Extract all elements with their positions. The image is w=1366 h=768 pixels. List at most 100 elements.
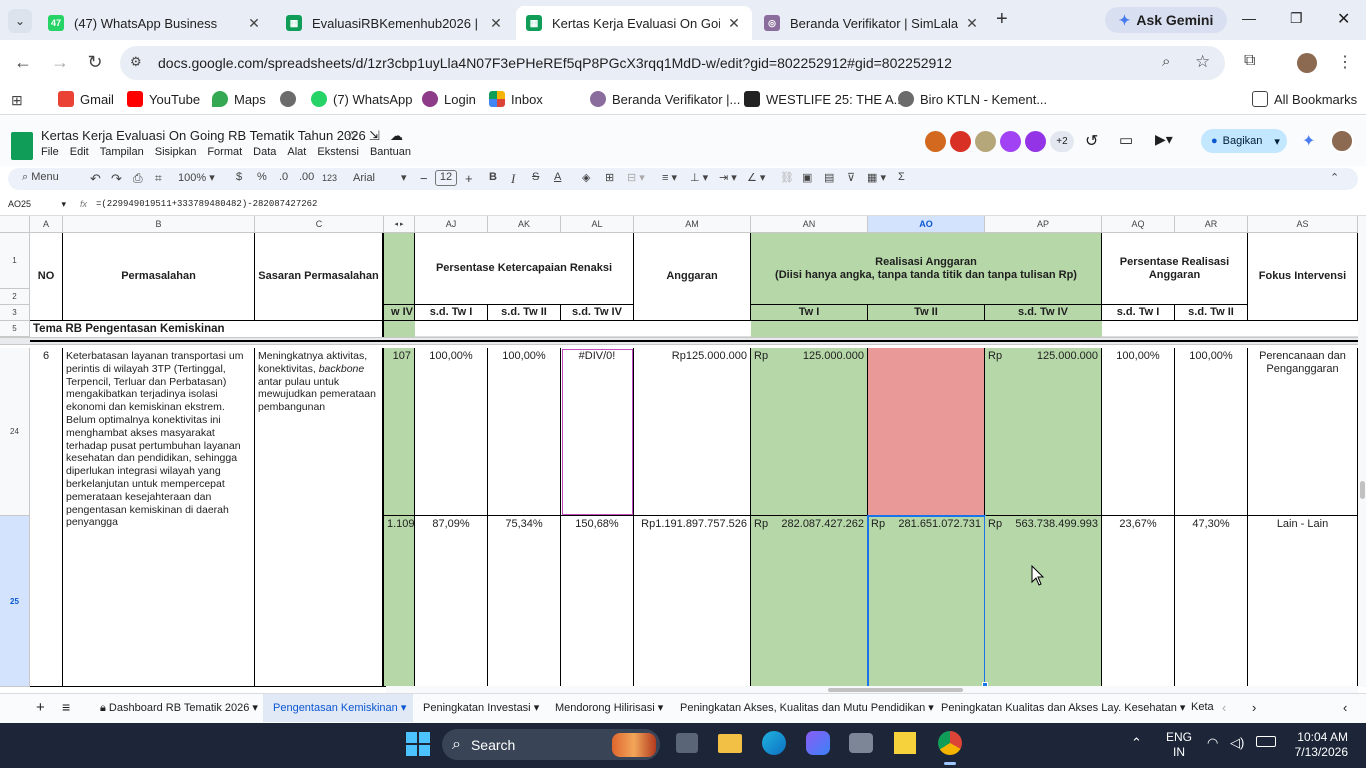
edge-icon[interactable]: [762, 731, 786, 755]
menu-view[interactable]: Tampilan: [100, 146, 144, 158]
close-icon[interactable]: ✕: [726, 15, 742, 32]
header-persentase-realisasi[interactable]: Persentase Realisasi Anggaran: [1102, 233, 1248, 305]
cell-am24[interactable]: Rp125.000.000: [634, 348, 751, 516]
row-header-1[interactable]: 1: [0, 233, 30, 289]
tab-search-button[interactable]: ⌄: [8, 9, 32, 33]
clock[interactable]: 10:04 AM 7/13/2026: [1288, 730, 1348, 760]
all-bookmarks[interactable]: All Bookmarks: [1252, 91, 1357, 107]
sheet-tab-keta[interactable]: Keta: [1191, 701, 1214, 713]
subheader-tw-iv-partial[interactable]: w IV: [384, 305, 415, 321]
battery-icon[interactable]: [1256, 736, 1276, 747]
new-tab-button[interactable]: +: [996, 8, 1008, 31]
chevron-down-icon[interactable]: ▾: [1274, 135, 1280, 148]
column-header-an[interactable]: AN: [751, 216, 868, 233]
header-permasalahan[interactable]: Permasalahan: [63, 233, 255, 321]
tema-row-fill-end[interactable]: [1102, 321, 1358, 337]
subheader-sd-tw-ii-persen[interactable]: s.d. Tw II: [1175, 305, 1248, 321]
maximize-icon[interactable]: ❐: [1290, 10, 1303, 27]
header-fokus-intervensi[interactable]: Fokus Intervensi: [1248, 233, 1358, 321]
sheet-tab-peningkatan-investasi[interactable]: Peningkatan Investasi ▾: [423, 701, 539, 714]
history-icon[interactable]: ↺: [1085, 131, 1098, 151]
percent-format-button[interactable]: %: [257, 171, 267, 183]
bookmark-whatsapp[interactable]: (7) WhatsApp: [311, 91, 412, 107]
bookmark-globe[interactable]: [280, 91, 302, 107]
copilot-icon[interactable]: [806, 731, 830, 755]
cell-ap24[interactable]: Rp 125.000.000: [985, 348, 1102, 516]
sheet-tab-mendorong-hilirisasi[interactable]: Mendorong Hilirisasi ▾: [555, 701, 663, 714]
bookmark-maps[interactable]: Maps: [212, 91, 266, 107]
cell-as25[interactable]: Lain - Lain: [1248, 516, 1358, 687]
header-anggaran[interactable]: Anggaran: [634, 233, 751, 321]
hidden-columns-indicator[interactable]: ◂ ▸: [384, 216, 415, 233]
close-icon[interactable]: ✕: [246, 15, 262, 32]
row-header-5[interactable]: 5: [0, 321, 30, 337]
explore-panel-icon[interactable]: ‹: [1343, 700, 1347, 715]
menu-tools[interactable]: Alat: [287, 146, 306, 158]
italic-icon[interactable]: I: [511, 171, 515, 187]
cloud-saved-icon[interactable]: ☁: [390, 128, 403, 144]
gemini-icon[interactable]: ✦: [1302, 131, 1315, 151]
account-avatar[interactable]: [1330, 129, 1354, 153]
cell-c24-sasaran[interactable]: Meningkatnya aktivitas, konektivitas, ba…: [255, 348, 384, 687]
browser-tab-whatsapp[interactable]: 47 (47) WhatsApp Business ✕: [38, 6, 272, 40]
volume-icon[interactable]: ◁): [1230, 735, 1244, 751]
document-title[interactable]: Kertas Kerja Evaluasi On Going RB Temati…: [41, 128, 366, 143]
header-realisasi-anggaran[interactable]: Realisasi Anggaran (Diisi hanya angka, t…: [751, 233, 1102, 305]
row-header-25[interactable]: 25: [0, 516, 30, 687]
meet-icon[interactable]: ▶▾: [1155, 131, 1173, 148]
move-folder-icon[interactable]: ⇲: [369, 128, 380, 144]
header-persentase-renaksi[interactable]: Persentase Ketercapaian Renaksi: [415, 233, 634, 305]
column-header-aq[interactable]: AQ: [1102, 216, 1175, 233]
cell-ao24[interactable]: [868, 348, 985, 516]
merge-cells-icon[interactable]: ⊟ ▾: [627, 171, 645, 184]
column-header-am[interactable]: AM: [634, 216, 751, 233]
bookmark-biro-ktln[interactable]: Biro KTLN - Kement...: [898, 91, 1047, 107]
insert-chart-icon[interactable]: ▤: [824, 171, 834, 184]
ask-gemini-button[interactable]: ✦ Ask Gemini: [1105, 7, 1227, 33]
decrease-decimal-button[interactable]: .0: [279, 171, 288, 183]
cell-aq25[interactable]: 23,67%: [1102, 516, 1175, 687]
minimize-icon[interactable]: —: [1242, 10, 1256, 26]
text-wrap-icon[interactable]: ⇥ ▾: [719, 171, 737, 184]
subheader-sd-tw-iv[interactable]: s.d. Tw IV: [561, 305, 634, 321]
cell-an24[interactable]: Rp 125.000.000: [751, 348, 868, 516]
bold-icon[interactable]: B: [489, 171, 497, 183]
column-header-a[interactable]: A: [30, 216, 63, 233]
column-header-ar[interactable]: AR: [1175, 216, 1248, 233]
sheet-tab-pendidikan[interactable]: Peningkatan Akses, Kualitas dan Mutu Pen…: [680, 701, 934, 714]
sheet-tab-pengentasan-kemiskinan[interactable]: Pengentasan Kemiskinan ▾: [273, 701, 406, 714]
text-color-icon[interactable]: A: [554, 171, 561, 183]
search-menus[interactable]: ⌕ Menu: [22, 171, 59, 184]
collaborator-avatar[interactable]: [1000, 131, 1021, 152]
subheader-tw-ii[interactable]: Tw II: [868, 305, 985, 321]
add-sheet-icon[interactable]: +: [36, 699, 45, 716]
subheader-sd-tw-iv-realisasi[interactable]: s.d. Tw IV: [985, 305, 1102, 321]
zoom-icon[interactable]: ⌕: [1162, 53, 1170, 70]
vertical-scrollbar[interactable]: [1358, 216, 1366, 687]
filter-views-icon[interactable]: ▦ ▾: [867, 171, 886, 184]
font-size-decrease[interactable]: −: [420, 171, 428, 186]
menu-edit[interactable]: Edit: [70, 146, 89, 158]
tema-cell-partial[interactable]: [384, 321, 415, 337]
font-size-input[interactable]: 12: [435, 170, 457, 186]
menu-data[interactable]: Data: [253, 146, 276, 158]
cell-ar24[interactable]: 100,00%: [1175, 348, 1248, 516]
browser-tab-simlala[interactable]: ◎ Beranda Verifikator | SimLala ✕: [754, 6, 990, 40]
strikethrough-icon[interactable]: S: [532, 171, 539, 183]
redo-icon[interactable]: ↷: [111, 171, 122, 187]
vertical-scroll-thumb[interactable]: [1360, 481, 1365, 499]
menu-extensions[interactable]: Ekstensi: [317, 146, 359, 158]
insert-comment-icon[interactable]: ▣: [802, 171, 812, 184]
chrome-taskbar-icon[interactable]: [938, 731, 962, 755]
sticky-notes-icon[interactable]: [894, 732, 916, 754]
menu-insert[interactable]: Sisipkan: [155, 146, 197, 158]
select-all-corner[interactable]: [0, 216, 30, 233]
column-header-as[interactable]: AS: [1248, 216, 1358, 233]
text-rotate-icon[interactable]: ∠ ▾: [747, 171, 765, 184]
font-select[interactable]: Arial ▾: [353, 171, 407, 184]
chrome-menu-icon[interactable]: ⋮: [1337, 52, 1353, 72]
close-icon[interactable]: ✕: [488, 15, 504, 32]
subheader-sd-tw-ii[interactable]: s.d. Tw II: [488, 305, 561, 321]
comments-icon[interactable]: ▭: [1119, 131, 1133, 149]
column-header-ap[interactable]: AP: [985, 216, 1102, 233]
